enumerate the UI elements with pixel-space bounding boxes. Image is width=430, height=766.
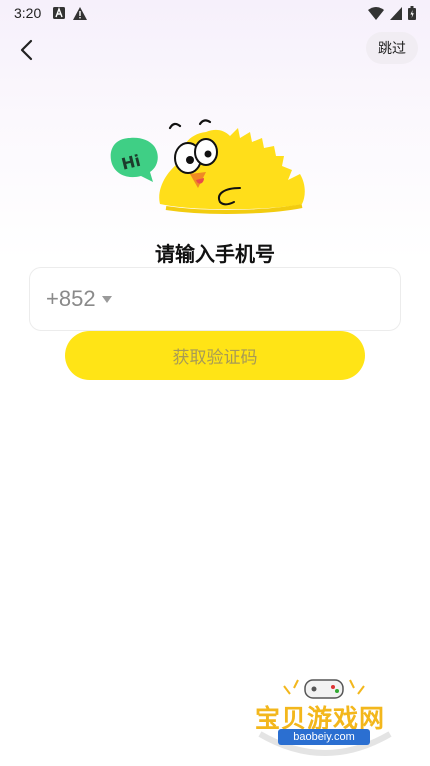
caret-down-icon — [101, 295, 112, 303]
phone-input-box: +852 — [29, 267, 401, 331]
status-time: 3:20 — [14, 5, 42, 21]
skip-button[interactable]: 跳过 — [366, 32, 418, 64]
chevron-left-icon — [19, 39, 33, 61]
back-button[interactable] — [10, 34, 42, 66]
wifi-icon — [368, 6, 384, 20]
battery-icon — [408, 6, 416, 20]
hi-speech-bubble: Hi — [110, 137, 158, 182]
page-title: 请输入手机号 — [155, 242, 275, 266]
country-code-selector[interactable]: +852 — [46, 286, 112, 312]
signal-icon — [390, 6, 402, 20]
get-code-button[interactable]: 获取验证码 — [65, 331, 365, 380]
gamepad-icon — [304, 679, 344, 699]
alert-icon — [73, 6, 88, 20]
status-icons-right — [368, 6, 416, 20]
status-bar: 3:20 — [0, 0, 430, 26]
chick-mascot — [159, 119, 305, 214]
status-icons-left — [53, 6, 88, 20]
country-code-label: +852 — [46, 286, 96, 311]
watermark-logo: 宝贝游戏网 baobeiy.com — [250, 672, 400, 762]
font-icon — [53, 7, 66, 19]
phone-number-input[interactable] — [111, 268, 400, 330]
mascot-illustration: Hi — [106, 118, 316, 218]
watermark-url: baobeiy.com — [278, 729, 370, 745]
